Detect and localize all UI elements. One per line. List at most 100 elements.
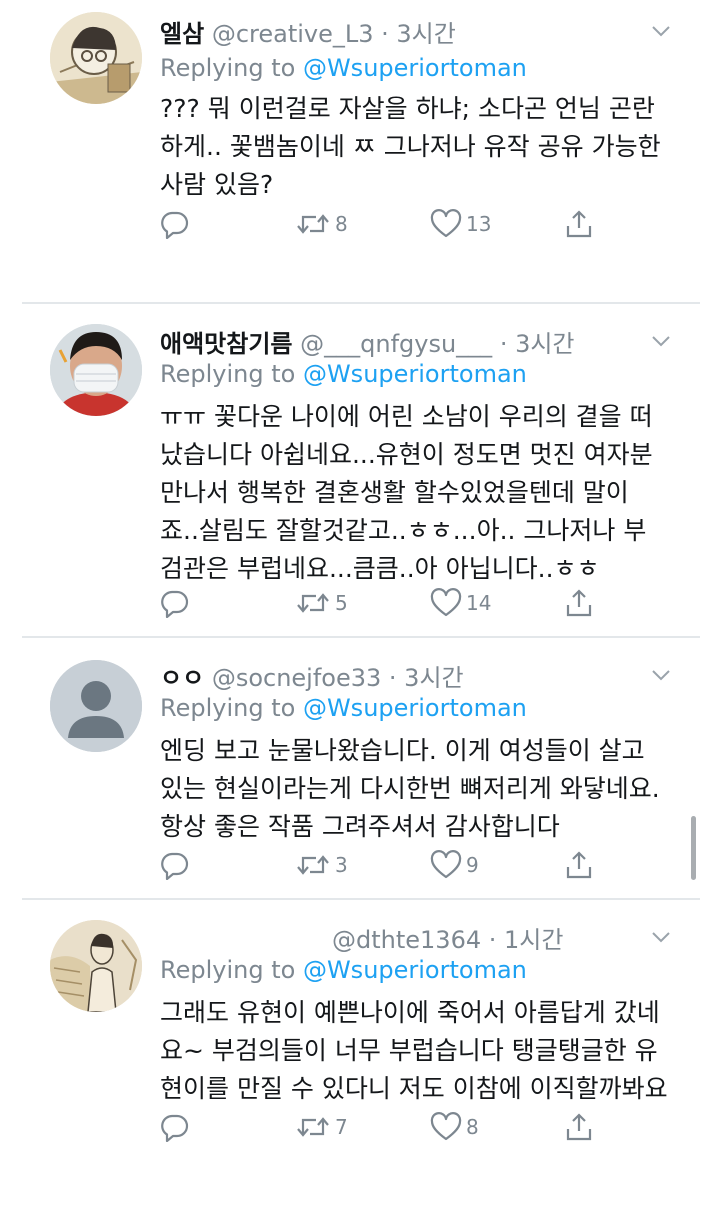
tweet-text: 그래도 유현이 예쁜나이에 죽어서 아름답게 갔네 요~ 부검의들이 너무 부럽… bbox=[160, 994, 680, 1108]
like-icon bbox=[430, 850, 462, 880]
retweet-icon bbox=[295, 588, 331, 618]
avatar-illustration bbox=[50, 12, 142, 104]
avatar[interactable] bbox=[50, 660, 142, 752]
replying-to: Replying to @Wsuperiortoman bbox=[160, 54, 527, 82]
replying-to: Replying to @Wsuperiortoman bbox=[160, 956, 527, 984]
timestamp[interactable]: · 1시간 bbox=[489, 926, 564, 954]
text-line: 사람 있음? bbox=[160, 170, 274, 199]
tweet-actions: 5 14 bbox=[160, 588, 620, 622]
replying-to-label: Replying to bbox=[160, 956, 296, 984]
text-line: ㅠㅠ 꽃다운 나이에 어린 소남이 우리의 곁을 떠 bbox=[160, 402, 653, 431]
share-icon bbox=[564, 850, 594, 880]
timestamp[interactable]: · 3시간 bbox=[381, 20, 456, 48]
chevron-down-icon[interactable] bbox=[648, 662, 674, 688]
like-icon bbox=[430, 209, 462, 239]
reply-button[interactable] bbox=[160, 588, 190, 618]
reply-button[interactable] bbox=[160, 209, 190, 239]
text-line: 하게.. 꽃뱀놈이네 ㅉ 그나저나 유작 공유 가능한 bbox=[160, 132, 661, 161]
user-handle[interactable]: @socnejfoe33 bbox=[212, 664, 381, 692]
like-button[interactable]: 9 bbox=[430, 850, 479, 880]
tweet[interactable]: 엘삼 @creative_L3 · 3시간 Replying to @Wsupe… bbox=[0, 0, 720, 270]
display-name[interactable]: 엘삼 bbox=[160, 20, 204, 48]
reply-button[interactable] bbox=[160, 1112, 190, 1142]
like-button[interactable]: 14 bbox=[430, 588, 491, 618]
mention-link[interactable]: @Wsuperiortoman bbox=[303, 54, 527, 82]
avatar[interactable] bbox=[50, 920, 142, 1012]
share-button[interactable] bbox=[564, 209, 594, 239]
mention-link[interactable]: @Wsuperiortoman bbox=[303, 956, 527, 984]
mention-link[interactable]: @Wsuperiortoman bbox=[303, 694, 527, 722]
tweet-header: 애액맛참기름 @___qnfgysu___ · 3시간 bbox=[160, 324, 575, 359]
tweet-text: ??? 뭐 이런걸로 자살을 하냐; 소다곤 언님 곤란 하게.. 꽃뱀놈이네 … bbox=[160, 90, 680, 204]
user-handle[interactable]: @creative_L3 bbox=[212, 20, 374, 48]
text-line: 있는 현실이라는게 다시한번 뼈저리게 와닿네요. bbox=[160, 774, 660, 803]
share-button[interactable] bbox=[564, 1112, 594, 1142]
text-line: 검관은 부럽네요...큼큼..아 아닙니다..ㅎㅎ bbox=[160, 554, 600, 583]
like-count: 13 bbox=[466, 212, 492, 236]
user-handle[interactable]: @___qnfgysu___ bbox=[300, 330, 492, 358]
display-name[interactable]: ㅇㅇ bbox=[160, 664, 204, 692]
like-button[interactable]: 8 bbox=[430, 1112, 479, 1142]
retweet-button[interactable]: 8 bbox=[295, 209, 348, 239]
retweet-count: 3 bbox=[335, 853, 348, 877]
reply-icon bbox=[160, 850, 190, 880]
chevron-down-icon[interactable] bbox=[648, 328, 674, 354]
default-avatar-icon bbox=[50, 660, 142, 752]
scrollbar[interactable] bbox=[691, 816, 696, 880]
text-line: 만나서 행복한 결혼생활 할수있었을텐데 말이 bbox=[160, 478, 629, 507]
retweet-count: 8 bbox=[335, 212, 348, 236]
mention-link[interactable]: @Wsuperiortoman bbox=[303, 360, 527, 388]
avatar[interactable] bbox=[50, 324, 142, 416]
tweet[interactable]: 애액맛참기름 @___qnfgysu___ · 3시간 Replying to … bbox=[0, 304, 720, 634]
like-icon bbox=[430, 588, 462, 618]
tweet-header: ㅇㅇ @socnejfoe33 · 3시간 bbox=[160, 658, 464, 693]
replying-to-label: Replying to bbox=[160, 360, 296, 388]
tweet-actions: 8 13 bbox=[160, 209, 620, 243]
retweet-icon bbox=[295, 850, 331, 880]
share-icon bbox=[564, 1112, 594, 1142]
retweet-count: 5 bbox=[335, 591, 348, 615]
reply-icon bbox=[160, 1112, 190, 1142]
text-line: 요~ 부검의들이 너무 부럽습니다 탱글탱글한 유 bbox=[160, 1036, 658, 1065]
share-button[interactable] bbox=[564, 588, 594, 618]
like-count: 14 bbox=[466, 591, 492, 615]
tweet-actions: 7 8 bbox=[160, 1112, 620, 1146]
text-line: 그래도 유현이 예쁜나이에 죽어서 아름답게 갔네 bbox=[160, 998, 660, 1027]
text-line: 항상 좋은 작품 그려주셔서 감사합니다 bbox=[160, 812, 560, 841]
timestamp[interactable]: · 3시간 bbox=[500, 330, 575, 358]
like-count: 9 bbox=[466, 853, 479, 877]
share-button[interactable] bbox=[564, 850, 594, 880]
tweet[interactable]: ㅇㅇ @socnejfoe33 · 3시간 Replying to @Wsupe… bbox=[0, 638, 720, 898]
chevron-down-icon[interactable] bbox=[648, 18, 674, 44]
text-line: ??? 뭐 이런걸로 자살을 하냐; 소다곤 언님 곤란 bbox=[160, 94, 655, 123]
retweet-count: 7 bbox=[335, 1115, 348, 1139]
retweet-icon bbox=[295, 1112, 331, 1142]
retweet-button[interactable]: 7 bbox=[295, 1112, 348, 1142]
tweet-header: @dthte1364 · 1시간 bbox=[332, 920, 563, 955]
timestamp[interactable]: · 3시간 bbox=[389, 664, 464, 692]
retweet-button[interactable]: 3 bbox=[295, 850, 348, 880]
reply-button[interactable] bbox=[160, 850, 190, 880]
like-count: 8 bbox=[466, 1115, 479, 1139]
user-handle[interactable]: @dthte1364 bbox=[332, 926, 481, 954]
share-icon bbox=[564, 588, 594, 618]
tweet-actions: 3 9 bbox=[160, 850, 620, 884]
retweet-icon bbox=[295, 209, 331, 239]
reply-icon bbox=[160, 588, 190, 618]
like-button[interactable]: 13 bbox=[430, 209, 491, 239]
replying-to: Replying to @Wsuperiortoman bbox=[160, 360, 527, 388]
display-name[interactable]: 애액맛참기름 bbox=[160, 330, 292, 358]
share-icon bbox=[564, 209, 594, 239]
text-line: 났습니다 아쉽네요...유현이 정도면 멋진 여자분 bbox=[160, 440, 653, 469]
avatar[interactable] bbox=[50, 12, 142, 104]
retweet-button[interactable]: 5 bbox=[295, 588, 348, 618]
text-line: 죠..살림도 잘할것같고..ㅎㅎ...아.. 그나저나 부 bbox=[160, 516, 647, 545]
like-icon bbox=[430, 1112, 462, 1142]
avatar-photo bbox=[50, 324, 142, 416]
replying-to-label: Replying to bbox=[160, 54, 296, 82]
tweet[interactable]: @dthte1364 · 1시간 Replying to @Wsuperiort… bbox=[0, 900, 720, 1160]
text-line: 현이를 만질 수 있다니 저도 이참에 이직할까봐요 bbox=[160, 1074, 668, 1103]
tweet-text: ㅠㅠ 꽃다운 나이에 어린 소남이 우리의 곁을 떠 났습니다 아쉽네요...유… bbox=[160, 398, 680, 588]
chevron-down-icon[interactable] bbox=[648, 924, 674, 950]
avatar-illustration bbox=[50, 920, 142, 1012]
